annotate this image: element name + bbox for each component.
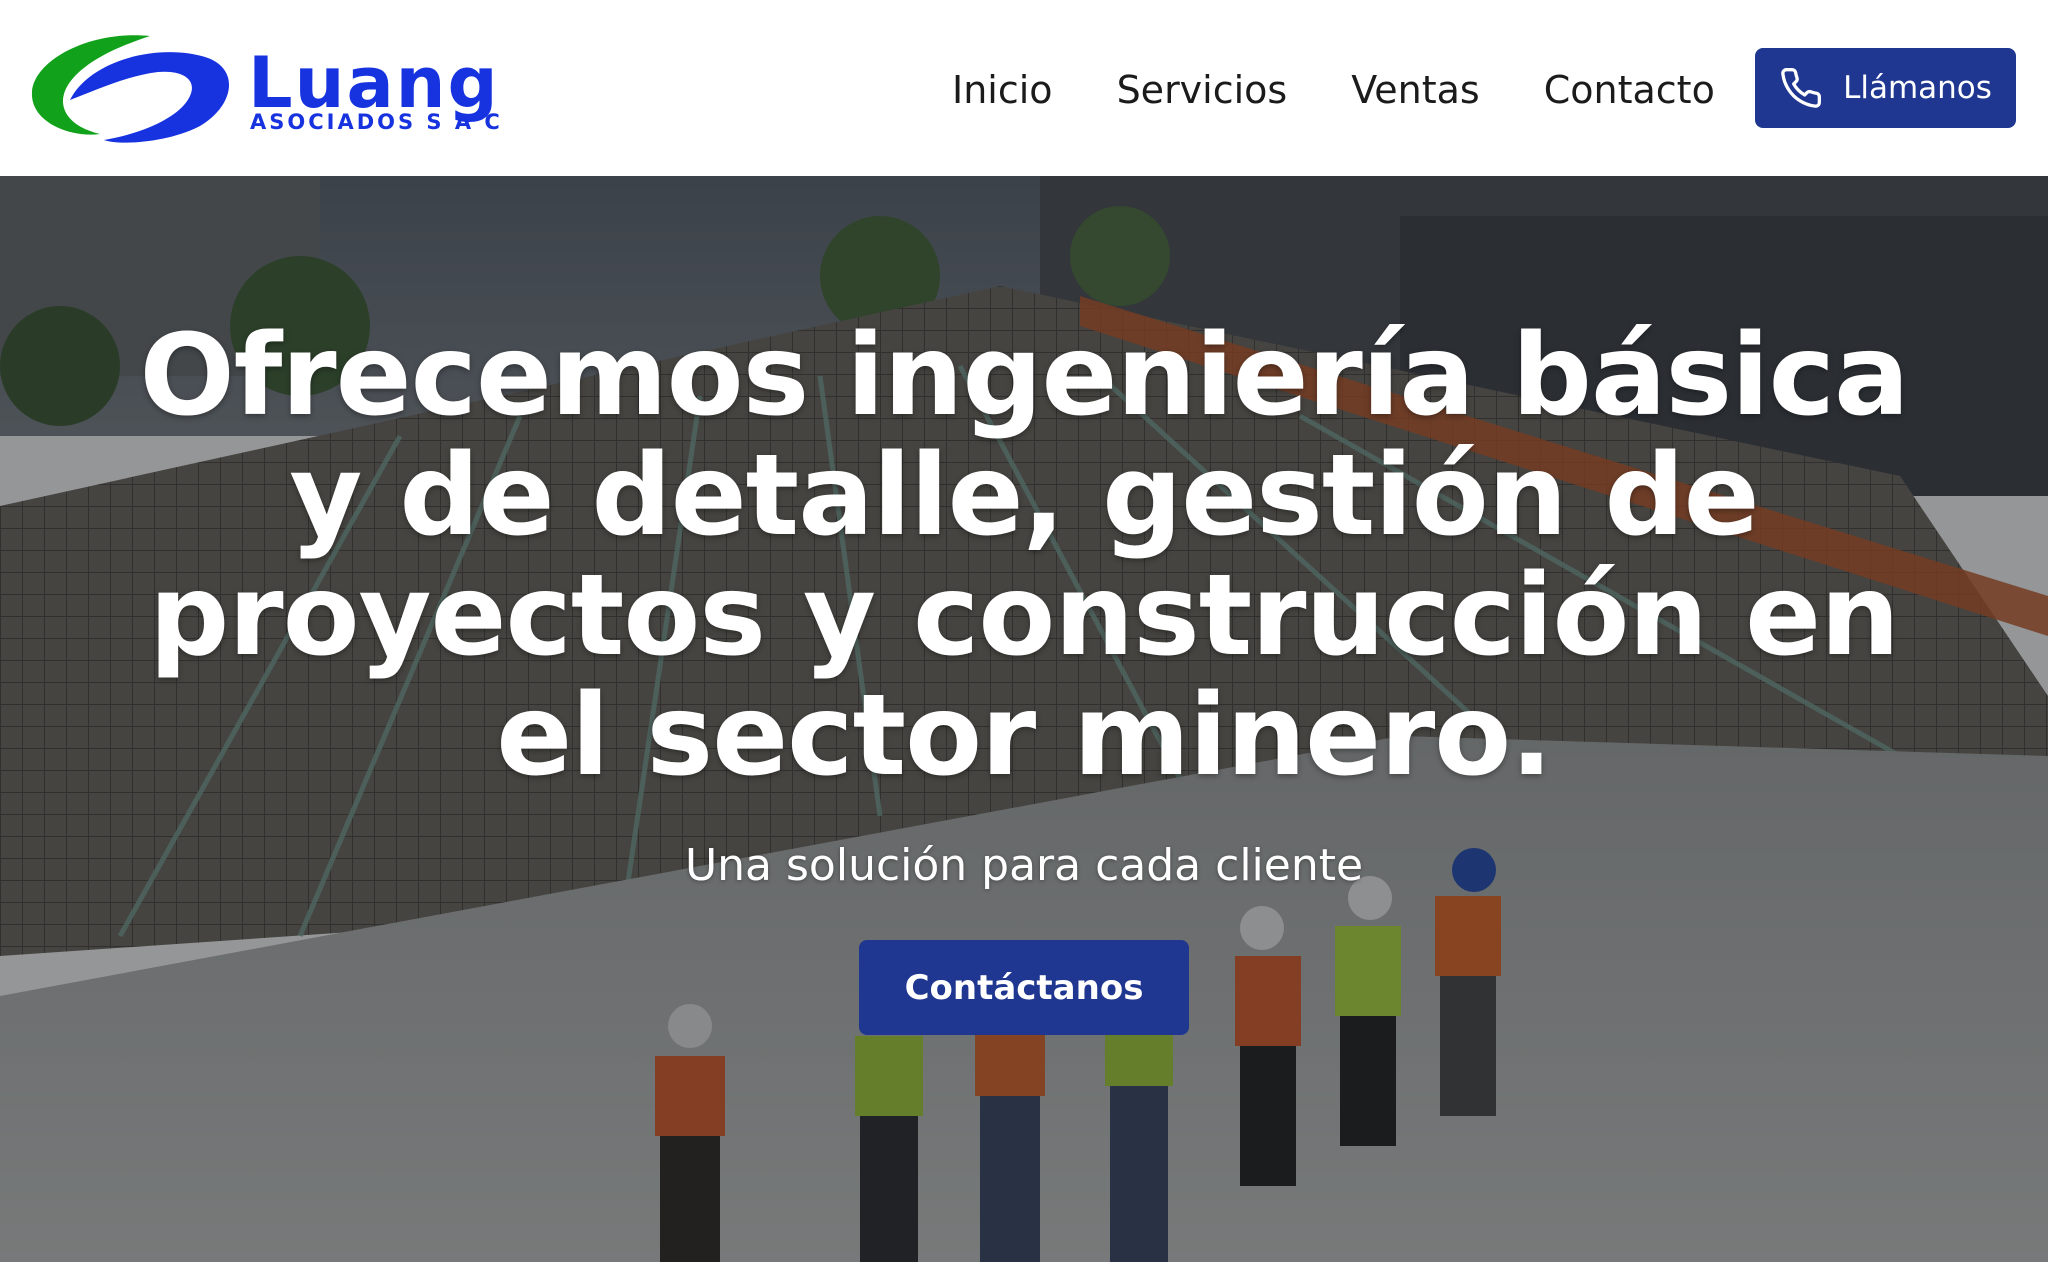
main-nav: Inicio Servicios Ventas Contacto: [952, 60, 1779, 120]
hero-subtitle: Una solución para cada cliente: [684, 840, 1364, 891]
logo-tagline: ASOCIADOS S A C: [250, 110, 503, 134]
call-button[interactable]: Llámanos: [1755, 48, 2016, 128]
nav-ventas[interactable]: Ventas: [1351, 68, 1480, 112]
call-button-label: Llámanos: [1843, 70, 1992, 106]
company-logo[interactable]: Luang ASOCIADOS S A C: [30, 30, 522, 148]
logo-swoosh-icon: [31, 35, 230, 143]
nav-servicios[interactable]: Servicios: [1117, 68, 1288, 112]
logo-wordmark: Luang: [248, 42, 500, 124]
site-header: Luang ASOCIADOS S A C Inicio Servicios V…: [0, 0, 2048, 176]
hero-title: Ofrecemos ingeniería básica y de detalle…: [139, 311, 1909, 801]
contact-cta-label: Contáctanos: [904, 967, 1144, 1008]
hero-section: Ofrecemos ingeniería básica y de detalle…: [0, 176, 2048, 1262]
nav-inicio[interactable]: Inicio: [952, 68, 1053, 112]
nav-contacto[interactable]: Contacto: [1544, 68, 1715, 112]
phone-icon: [1779, 66, 1823, 110]
contact-cta-button[interactable]: Contáctanos: [859, 940, 1189, 1035]
